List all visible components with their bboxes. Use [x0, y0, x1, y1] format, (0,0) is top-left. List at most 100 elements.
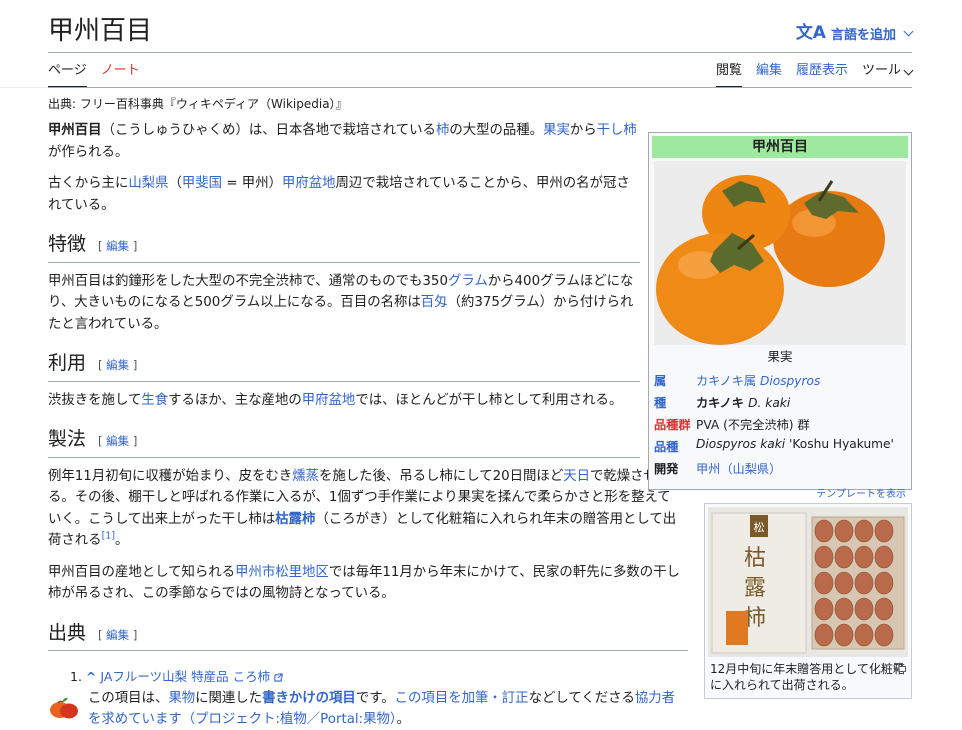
site-subtitle: 出典: フリー百科事典『ウィキペディア（Wikipedia）』 [48, 97, 348, 111]
text: から [569, 123, 597, 138]
text: を施した後、吊るし柿にして20日間ほど [318, 468, 564, 484]
link-kai-province[interactable]: 甲斐国 [182, 176, 222, 191]
tab-tools[interactable]: ツール [862, 62, 914, 86]
text: が作られる。 [48, 144, 129, 160]
edit-section-link[interactable]: 編集 [106, 239, 129, 253]
infobox-key[interactable]: 属 [652, 369, 694, 391]
page-title: 甲州百目 [48, 16, 153, 46]
features-paragraph: 甲州百目は釣鐘形をした大型の不完全渋柿で、通常のものでも350グラムから400グ… [48, 271, 640, 336]
link-raw-food[interactable]: 生食 [141, 393, 168, 408]
edit-section: [ 編集 ] [98, 627, 138, 642]
text: = 甲州） [222, 176, 282, 191]
text: 'Koshu Hyakume' [785, 437, 894, 451]
link-fruit-category[interactable]: 果物 [168, 691, 195, 706]
text: カキノキ [696, 396, 749, 410]
edit-section: [ 編集 ] [98, 358, 138, 372]
edit-section-link[interactable]: 編集 [106, 358, 129, 372]
text: 古くから主に [48, 176, 129, 191]
text: では、ほとんどが干し柿として利用される。 [355, 392, 623, 408]
link-kofu-basin[interactable]: 甲府盆地 [282, 176, 336, 191]
link-koshu[interactable]: 甲州（山梨県） [696, 462, 781, 476]
infobox-key[interactable]: 種 [652, 391, 694, 413]
text: するほか、主な産地の [168, 392, 302, 408]
heading-text: 特徴 [48, 233, 87, 255]
link-kaki[interactable]: 柿 [436, 123, 449, 138]
reference-external-link[interactable]: JAフルーツ山梨 特産品 ころ柿 [100, 669, 270, 684]
infobox-row-cultivar-group: 品種群 PVA (不完全渋柿) 群 [652, 413, 908, 435]
infobox-value: 甲州（山梨県） [694, 457, 908, 479]
link-kofu-basin[interactable]: 甲府盆地 [302, 393, 356, 408]
text: に関連した [195, 691, 263, 706]
add-language-label: 言語を追加 [830, 28, 896, 43]
link-sun[interactable]: 天日 [563, 469, 590, 484]
text: 例年11月初旬に収穫が始まり、皮をむき [48, 468, 293, 484]
article-body: 甲州百目（こうしゅうひゃくめ）は、日本各地で栽培されている柿の大型の品種。果実か… [48, 120, 688, 659]
tab-talk[interactable]: ノート [101, 62, 140, 88]
link-matsusato[interactable]: 甲州市松里地区 [235, 565, 329, 580]
infobox-table: 属 カキノキ属 Diospyros 種 カキノキ D. kaki 品種群 PVA… [652, 369, 908, 479]
reference-backlink[interactable]: ^ [86, 669, 96, 684]
text: Diospyros [759, 374, 821, 388]
edit-section-link[interactable]: 編集 [106, 434, 129, 448]
link-edit-article[interactable]: この項目を加筆・訂正 [395, 691, 529, 706]
translate-icon: 文A [795, 23, 826, 43]
list-number: 1. [70, 669, 82, 684]
tab-read[interactable]: 閲覧 [715, 62, 742, 88]
external-link-icon [274, 673, 283, 682]
thumbnail: 松 枯 露 柿 12月中旬に年末贈答用として化粧箱に入れられて出荷される。 [704, 503, 912, 699]
text: 渋抜きを施して [48, 392, 142, 408]
usage-paragraph: 渋抜きを施して生食するほか、主な産地の甲府盆地では、ほとんどが干し柿として利用さ… [48, 390, 640, 412]
text: D. kaki [748, 396, 791, 410]
bold-term: 甲州百目 [48, 123, 102, 138]
link-stub[interactable]: 書きかけの項目 [262, 691, 356, 706]
infobox-value: カキノキ属 Diospyros [694, 369, 908, 391]
infobox-row-species: 種 カキノキ D. kaki [652, 391, 908, 413]
text: 甲州百目は釣鐘形をした大型の不完全渋柿で、通常のものでも350 [48, 273, 448, 289]
infobox-key[interactable]: 品種群 [652, 413, 694, 435]
link-yamanashi[interactable]: 山梨県 [128, 176, 168, 191]
infobox-row-cultivar: 品種 Diospyros kaki 'Koshu Hyakume' [652, 435, 908, 457]
infobox-row-developer: 開発 甲州（山梨県） [652, 457, 908, 479]
infobox-caption: 果実 [767, 349, 793, 364]
box-label-char-1: 枯 [744, 546, 766, 571]
infobox-key[interactable]: 品種 [652, 435, 694, 457]
box-label-char-2: 露 [744, 576, 766, 601]
tab-edit[interactable]: 編集 [756, 62, 782, 86]
box-seal-text: 松 [754, 520, 765, 534]
edit-section: [ 編集 ] [98, 239, 138, 253]
persimmon-photo[interactable] [654, 161, 906, 345]
fruit-icon [50, 697, 78, 719]
enlarge-icon[interactable] [894, 663, 906, 672]
chevron-down-icon [903, 26, 914, 37]
edit-section-link[interactable]: 編集 [106, 628, 129, 642]
tab-page[interactable]: ページ [48, 62, 87, 88]
link-gram[interactable]: グラム [448, 274, 488, 289]
sidebar-divider [0, 87, 50, 88]
section-heading-production: 製法 [ 編集 ] [48, 428, 640, 458]
link-korogaki[interactable]: 枯露柿 [275, 512, 315, 527]
link-monme[interactable]: 百匁 [421, 295, 448, 310]
section-heading-sources: 出典 [ 編集 ] [48, 622, 688, 651]
stub-notice: この項目は、果物に関連した書きかけの項目です。この項目を加筆・訂正などしてくださ… [48, 688, 688, 730]
infobox-value: Diospyros kaki 'Koshu Hyakume' [694, 435, 908, 457]
link-genus[interactable]: カキノキ属 Diospyros [696, 374, 820, 388]
lead-paragraph-1: 甲州百目（こうしゅうひゃくめ）は、日本各地で栽培されている柿の大型の品種。果実か… [48, 120, 640, 163]
edit-section: [ 編集 ] [98, 434, 138, 448]
tab-history[interactable]: 履歴表示 [796, 62, 848, 86]
reference-link[interactable]: [1] [102, 531, 115, 542]
infobox-key: 開発 [654, 462, 679, 476]
link-project[interactable]: （プロジェクト:植物／Portal:果物） [182, 712, 397, 727]
production-paragraph-2: 甲州百目の産地として知られる甲州市松里地区では毎年11月から年末にかけて、民家の… [48, 562, 680, 605]
title-divider [48, 52, 912, 53]
text: （こうしゅうひゃくめ）は、日本各地で栽培されている [101, 123, 436, 138]
template-link[interactable]: テンプレートを表示 [652, 485, 908, 500]
text: 。 [115, 533, 129, 548]
link-hoshigaki[interactable]: 干し柿 [597, 123, 637, 138]
namespace-tabs: ページ ノート [48, 62, 140, 88]
gift-box-photo[interactable]: 松 枯 露 柿 [708, 507, 908, 657]
heading-text: 製法 [48, 428, 87, 450]
link-fumigation[interactable]: 燻蒸 [292, 469, 319, 484]
infobox: 甲州百目 果実 属 カキノキ属 Diospyros 種 カキノキ D. kaki… [648, 132, 912, 500]
link-fruit[interactable]: 果実 [543, 123, 570, 138]
add-language-button[interactable]: 文A 言語を追加 [795, 23, 914, 43]
